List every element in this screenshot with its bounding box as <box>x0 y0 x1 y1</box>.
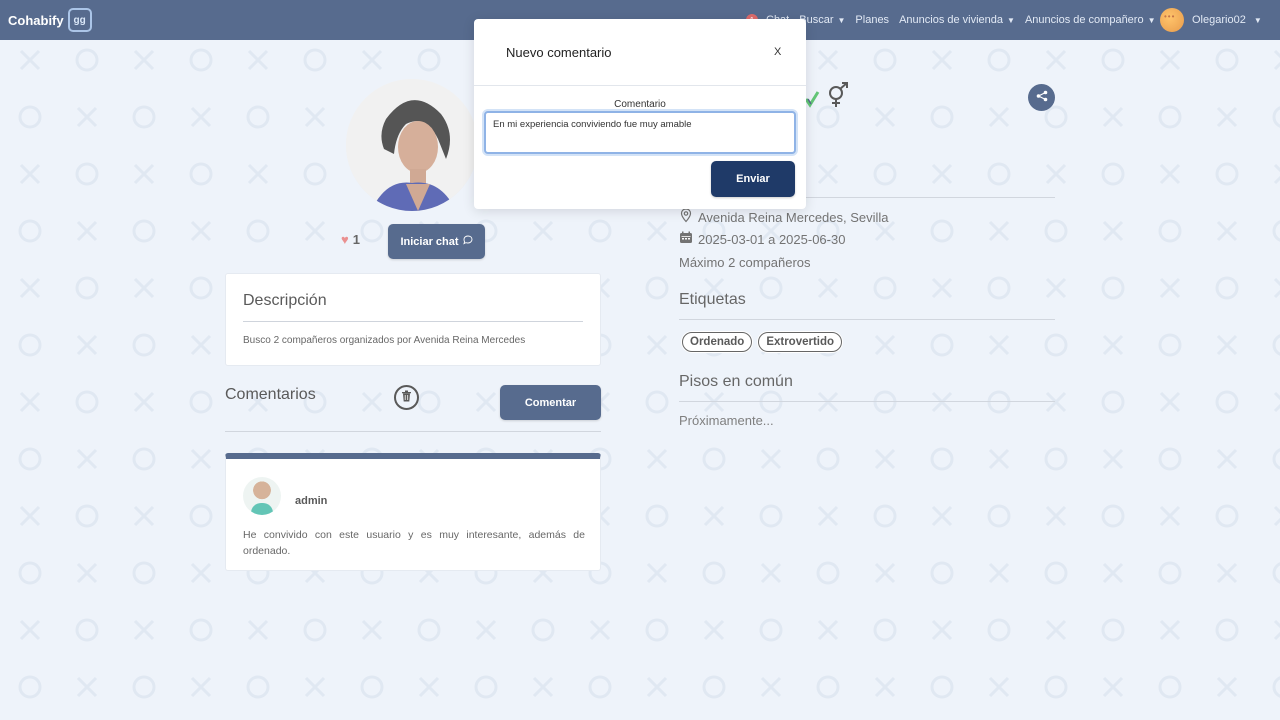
nav-links: 1 Chat Buscar ▼ Planes Anuncios de vivie… <box>746 0 1156 40</box>
nav-item-anuncios-companero[interactable]: Anuncios de compañero ▼ <box>1025 14 1156 26</box>
likes-count: 1 <box>352 232 360 247</box>
user-name[interactable]: Olegario02 <box>1192 14 1246 26</box>
share-button[interactable] <box>1028 84 1055 111</box>
user-avatar[interactable] <box>1160 8 1184 32</box>
divider <box>243 321 583 322</box>
user-menu[interactable]: Olegario02 ▼ <box>1160 8 1262 32</box>
heart-icon[interactable]: ♥ <box>341 232 349 247</box>
description-card: Descripción Busco 2 compañeros organizad… <box>225 273 601 366</box>
start-chat-button[interactable]: Iniciar chat <box>388 224 485 259</box>
close-button[interactable]: X <box>774 46 781 58</box>
caret-down-icon: ▼ <box>837 15 846 25</box>
profile-photo <box>346 79 478 211</box>
tags-title: Etiquetas <box>679 291 746 308</box>
brand[interactable]: Cohabify gg <box>8 8 92 32</box>
common-flats-placeholder: Próximamente... <box>679 413 774 428</box>
dates-line: 2025-03-01 a 2025-06-30 <box>679 231 845 247</box>
nav-item-anuncios-companero-label: Anuncios de compañero <box>1024 14 1144 26</box>
comment-author[interactable]: admin <box>295 495 327 507</box>
caret-down-icon: ▼ <box>1147 15 1156 25</box>
divider <box>679 401 1055 402</box>
chat-bubble-icon <box>462 235 473 248</box>
location-pin-icon <box>679 208 693 226</box>
new-comment-modal: Nuevo comentario X Comentario En mi expe… <box>474 19 806 209</box>
divider <box>474 85 806 86</box>
description-text: Busco 2 compañeros organizados por Aveni… <box>243 335 526 346</box>
share-icon <box>1036 89 1048 107</box>
modal-title: Nuevo comentario <box>506 45 612 60</box>
divider <box>225 431 601 432</box>
add-comment-button[interactable]: Comentar <box>500 385 601 420</box>
comment-text: He convivido con este usuario y es muy i… <box>243 529 585 557</box>
address-line: Avenida Reina Mercedes, Sevilla <box>679 208 889 226</box>
comments-title: Comentarios <box>225 386 316 403</box>
max-companions: Máximo 2 compañeros <box>679 255 811 270</box>
comment-field-label: Comentario <box>614 99 666 110</box>
likes: ♥ 1 <box>341 232 360 247</box>
comment-textarea[interactable]: En mi experiencia conviviendo fue muy am… <box>484 111 796 154</box>
avatar <box>243 477 281 515</box>
brand-logo-icon: gg <box>67 8 92 32</box>
common-flats-title: Pisos en común <box>679 373 793 390</box>
address-text: Avenida Reina Mercedes, Sevilla <box>698 209 889 225</box>
caret-down-icon: ▼ <box>1253 15 1262 25</box>
nav-item-buscar[interactable]: Buscar ▼ <box>799 14 845 26</box>
submit-button[interactable]: Enviar <box>711 161 795 197</box>
tag-extrovertido: Extrovertido <box>758 332 843 352</box>
verified-icon <box>804 90 820 113</box>
comment-item: admin He convivido con este usuario y es… <box>225 453 601 571</box>
gender-icon <box>826 82 850 113</box>
tags-list: Ordenado Extrovertido <box>682 332 843 352</box>
brand-name[interactable]: Cohabify <box>8 13 64 28</box>
description-title: Descripción <box>243 292 327 309</box>
caret-down-icon: ▼ <box>1007 15 1015 25</box>
nav-item-planes-label: Planes <box>855 14 890 26</box>
dates-text: 2025-03-01 a 2025-06-30 <box>698 231 846 247</box>
nav-item-planes[interactable]: Planes <box>855 14 889 26</box>
calendar-icon <box>679 231 693 247</box>
nav-item-anuncios-vivienda-label: Anuncios de vivienda <box>899 14 1004 26</box>
divider <box>679 319 1055 320</box>
trash-icon <box>401 390 412 405</box>
tag-ordenado: Ordenado <box>682 332 753 352</box>
delete-comments-button[interactable] <box>394 385 419 410</box>
start-chat-label: Iniciar chat <box>400 235 459 248</box>
nav-item-anuncios-vivienda[interactable]: Anuncios de vivienda ▼ <box>899 14 1015 26</box>
